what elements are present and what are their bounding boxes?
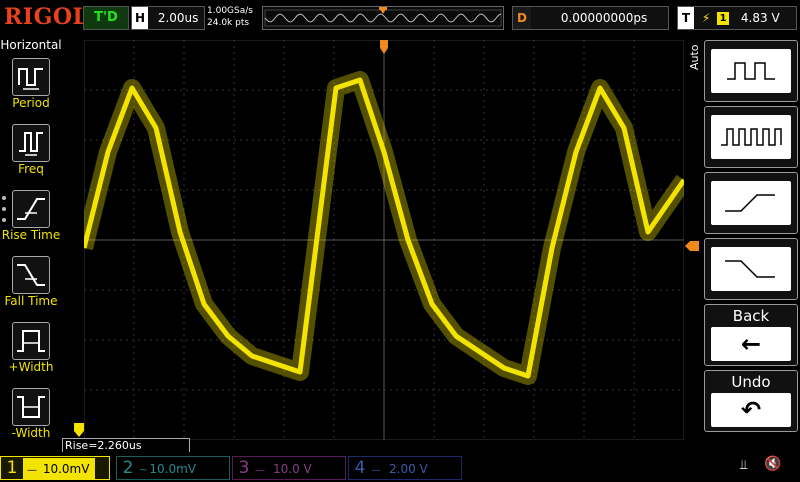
memory-overview-graphic	[264, 7, 502, 27]
measurement-readout: Rise=2.260us	[62, 438, 190, 453]
channel-3-scale: 10.0 V	[273, 462, 312, 476]
acquisition-info: 1.00GSa/s 24.0k pts	[207, 5, 253, 29]
memory-overview	[262, 6, 504, 30]
speaker-muted-icon[interactable]: 🔇	[764, 456, 784, 472]
undo-button[interactable]: Undo ↶	[704, 370, 798, 432]
delay-letter: D	[513, 7, 531, 29]
falling-edge-icon	[711, 247, 791, 291]
channel-1-coupling: —	[27, 465, 37, 476]
measure-negative-width-button[interactable]: -Width	[0, 386, 62, 448]
channel-4-scale: 2.00 V	[389, 462, 428, 476]
top-status-bar: RIGOL T'D H 2.00us 1.00GSa/s 24.0k pts D…	[0, 0, 800, 36]
channel1-offset-marker[interactable]	[74, 422, 84, 437]
measure-menu: Horizontal Period Freq Rise Time Fall Ti…	[0, 36, 62, 440]
auto-mode-label: Auto	[688, 44, 701, 70]
waveform-display[interactable]	[84, 40, 684, 440]
back-button[interactable]: Back ←	[704, 304, 798, 366]
channel-3-number: 3	[238, 458, 250, 478]
left-arrow-icon: ←	[711, 327, 791, 361]
measure-fall-time-button[interactable]: Fall Time	[0, 254, 62, 316]
usb-icon: ⫫	[740, 458, 748, 473]
trigger-setting[interactable]: T ⚡ 1 4.83 V	[677, 6, 797, 30]
channel-3-coupling: —	[255, 465, 265, 476]
timebase-value: 2.00us	[157, 11, 199, 25]
channel-1-box[interactable]: 1 — 10.0mV	[0, 456, 110, 480]
memory-depth: 24.0k pts	[207, 18, 250, 28]
trigger-channel: 1	[717, 12, 730, 25]
back-label: Back	[732, 307, 770, 325]
positive-width-icon	[12, 322, 50, 360]
delay-value: 0.00000000ps	[560, 11, 648, 25]
rising-edge-icon: ⚡	[701, 11, 711, 25]
channel-4-box[interactable]: 4 — 2.00 V	[348, 456, 462, 480]
channel-4-coupling: —	[371, 465, 381, 476]
trigger-position-marker	[380, 40, 388, 54]
period-label: Period	[12, 96, 50, 110]
waveform-graticule	[84, 40, 684, 440]
channel-2-number: 2	[122, 458, 134, 478]
channel-status-bar: 1 — 10.0mV 2 ~10.0mV 3 — 10.0 V 4 — 2.00 V	[0, 452, 800, 480]
brand-logo: RIGOL	[4, 4, 89, 30]
frequency-icon	[12, 124, 50, 162]
measure-rise-time-button[interactable]: Rise Time	[0, 188, 62, 250]
sample-rate: 1.00GSa/s	[207, 6, 253, 16]
pulse-narrow-icon	[711, 115, 791, 159]
channel-2-scale: 10.0mV	[149, 462, 197, 476]
softkey-fall-time[interactable]	[704, 238, 798, 300]
horizontal-timebase[interactable]: H 2.00us	[131, 6, 205, 30]
channel-1-scale: 10.0mV	[42, 462, 90, 476]
period-icon	[12, 58, 50, 96]
channel-1-number: 1	[6, 458, 18, 478]
undo-label: Undo	[731, 373, 771, 391]
run-status[interactable]: T'D	[83, 6, 129, 30]
fall-time-icon	[12, 256, 50, 294]
positive-width-label: +Width	[8, 360, 54, 374]
measure-freq-button[interactable]: Freq	[0, 122, 62, 184]
rise-time-label: Rise Time	[1, 228, 61, 242]
negative-width-icon	[12, 388, 50, 426]
channel-4-number: 4	[354, 458, 366, 478]
trigger-level-marker[interactable]	[685, 236, 699, 251]
undo-icon: ↶	[711, 393, 791, 427]
channel-2-coupling: ~	[139, 465, 148, 476]
trigger-level: 4.83 V	[740, 11, 780, 25]
channel-3-box[interactable]: 3 — 10.0 V	[232, 456, 346, 480]
fall-time-label: Fall Time	[4, 294, 58, 308]
trigger-letter: T	[678, 7, 694, 29]
rising-edge-icon	[711, 181, 791, 225]
measure-positive-width-button[interactable]: +Width	[0, 320, 62, 382]
softkey-period[interactable]	[704, 40, 798, 102]
rise-time-icon	[12, 190, 50, 228]
negative-width-label: -Width	[11, 426, 51, 440]
horizontal-letter: H	[132, 7, 148, 29]
softkey-frequency[interactable]	[704, 106, 798, 168]
delay-offset[interactable]: D 0.00000000ps	[512, 6, 669, 30]
page-indicator-dots	[2, 196, 6, 229]
channel-2-box[interactable]: 2 ~10.0mV	[116, 456, 230, 480]
measure-period-button[interactable]: Period	[0, 56, 62, 118]
menu-title: Horizontal	[0, 38, 62, 52]
freq-label: Freq	[18, 162, 44, 176]
softkey-rise-time[interactable]	[704, 172, 798, 234]
pulse-wide-icon	[711, 49, 791, 93]
